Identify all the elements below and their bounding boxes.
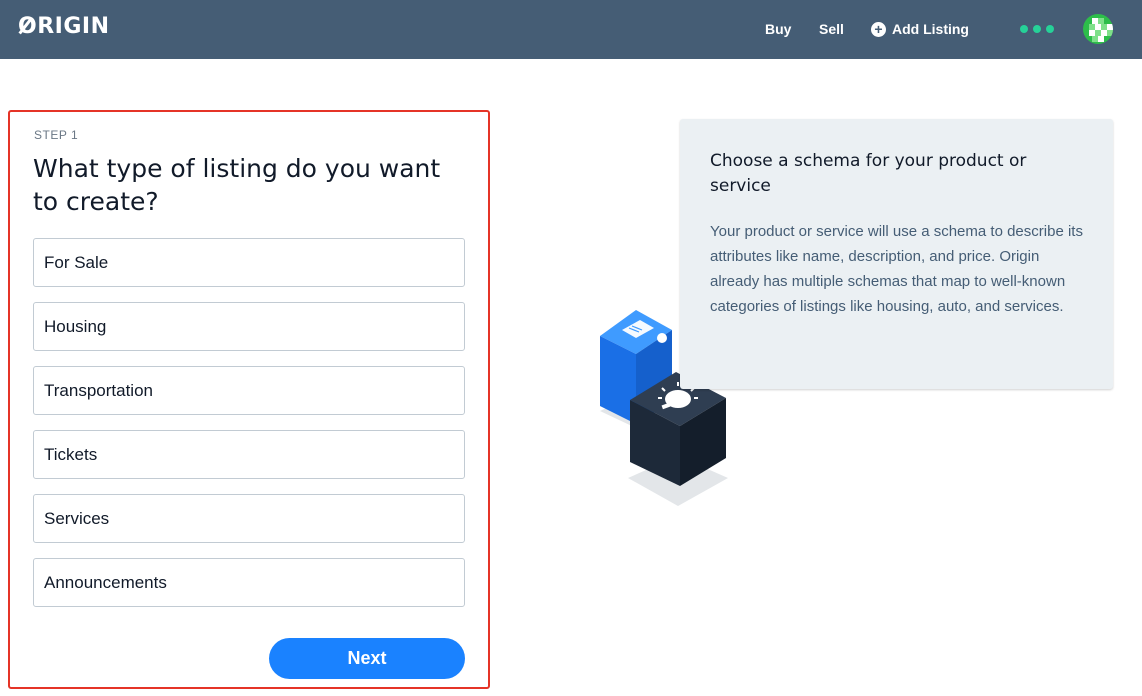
option-tickets[interactable]: Tickets — [33, 430, 465, 479]
form-question: What type of listing do you want to crea… — [33, 154, 441, 216]
step-label: STEP 1 — [34, 128, 79, 142]
origin-logo[interactable]: ORIGIN — [18, 14, 109, 39]
add-listing-label: Add Listing — [892, 21, 969, 37]
option-services[interactable]: Services — [33, 494, 465, 543]
option-transportation[interactable]: Transportation — [33, 366, 465, 415]
info-body: Your product or service will use a schem… — [710, 223, 1083, 315]
more-dots-icon[interactable] — [1020, 25, 1054, 33]
option-for-sale[interactable]: For Sale — [33, 238, 465, 287]
next-button[interactable]: Next — [269, 638, 465, 679]
option-housing[interactable]: Housing — [33, 302, 465, 351]
add-listing-link[interactable]: + Add Listing — [871, 21, 969, 37]
nav-buy-link[interactable]: Buy — [765, 21, 791, 37]
schema-info-panel: Choose a schema for your product or serv… — [680, 119, 1113, 389]
top-navbar: ORIGIN Buy Sell + Add Listing — [0, 0, 1142, 59]
user-avatar[interactable] — [1083, 14, 1113, 44]
option-announcements[interactable]: Announcements — [33, 558, 465, 607]
nav-sell-link[interactable]: Sell — [819, 21, 844, 37]
info-title: Choose a schema for your product or serv… — [710, 151, 1027, 196]
plus-circle-icon: + — [871, 21, 886, 37]
listing-type-form: STEP 1 What type of listing do you want … — [8, 110, 490, 689]
